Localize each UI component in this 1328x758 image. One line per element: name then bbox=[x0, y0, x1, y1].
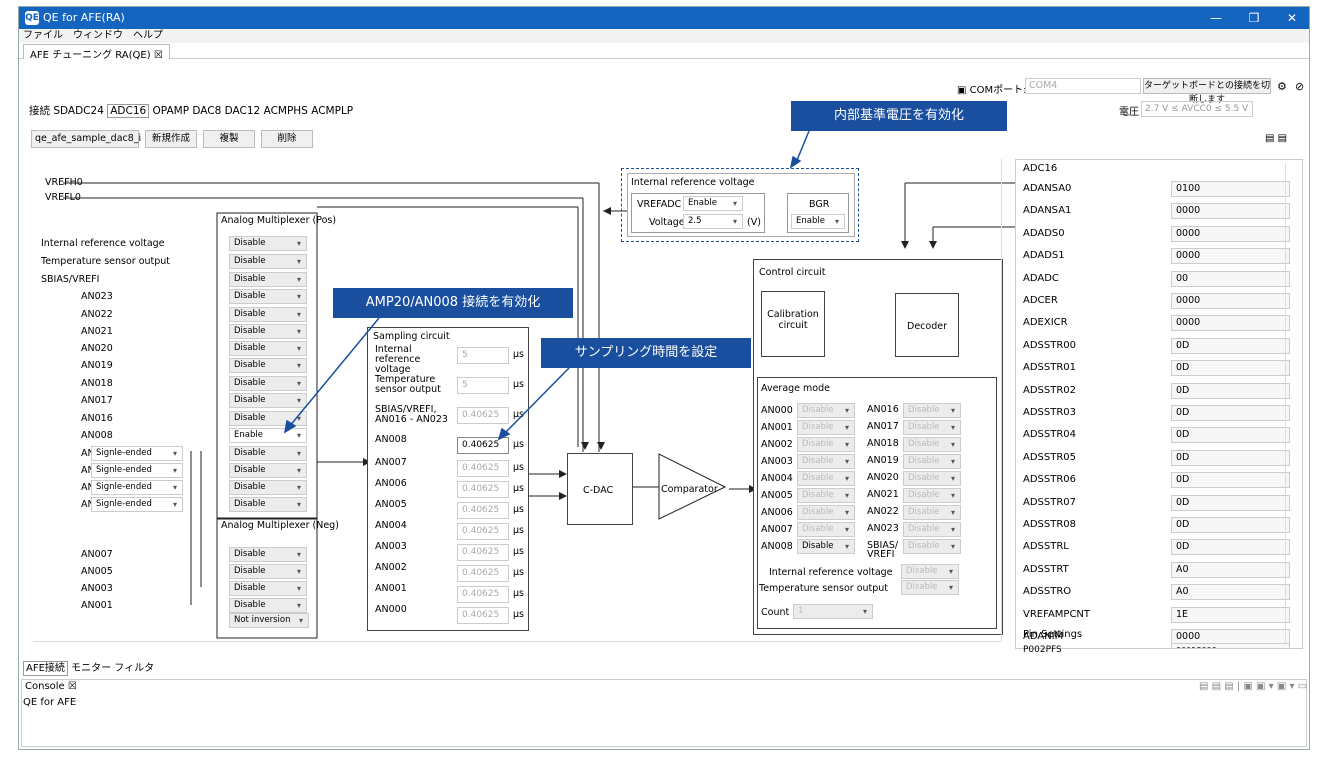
register-value[interactable]: A0 bbox=[1171, 561, 1290, 578]
minimize-icon[interactable]: — bbox=[1201, 9, 1231, 27]
callout-arrows bbox=[283, 130, 810, 441]
register-value[interactable]: 0D bbox=[1171, 539, 1290, 556]
register-value[interactable]: 0000 bbox=[1171, 293, 1290, 309]
register-value[interactable]: 0100 bbox=[1171, 181, 1290, 197]
console-toolbar-icon[interactable]: ▤ ▤ ▤ | ▣ ▣ ▾ ▣ ▾ ▭ bbox=[1199, 681, 1307, 692]
close-icon[interactable]: ✕ bbox=[1277, 9, 1307, 27]
com-port-select[interactable]: COM4 bbox=[1025, 78, 1141, 94]
register-value[interactable]: 0D bbox=[1171, 405, 1290, 421]
pin-name: P002PFS bbox=[1023, 645, 1062, 655]
bottom-tabs: AFE接続 モニター フィルタ bbox=[23, 659, 154, 676]
register-name: ADSSTR07 bbox=[1023, 496, 1077, 508]
register-name: ADSSTR03 bbox=[1023, 407, 1077, 418]
register-value[interactable]: 0D bbox=[1171, 382, 1290, 399]
register-value[interactable]: 0D bbox=[1171, 449, 1290, 466]
register-name: ADADC bbox=[1023, 272, 1059, 284]
register-name: ADSSTR08 bbox=[1023, 519, 1077, 530]
disconnect-button[interactable]: ターゲットボードとの接続を切断します bbox=[1143, 78, 1271, 105]
register-name: ADSSTR02 bbox=[1023, 384, 1077, 396]
register-name: VREFAMPCNT bbox=[1023, 608, 1091, 620]
register-value[interactable]: 0D bbox=[1171, 517, 1290, 533]
register-name: ADSSTRO bbox=[1023, 586, 1072, 598]
register-name: ADADS1 bbox=[1023, 250, 1065, 262]
voltage-select[interactable]: 2.7 V ≤ AVCC0 ≤ 5.5 V bbox=[1141, 101, 1253, 117]
register-title: ADC16 bbox=[1023, 163, 1058, 174]
register-value[interactable]: 0D bbox=[1171, 337, 1290, 354]
register-value[interactable]: 0D bbox=[1171, 494, 1290, 511]
console-text: QE for AFE bbox=[23, 697, 77, 708]
register-value[interactable]: A0 bbox=[1171, 584, 1290, 601]
register-name: ADSSTR05 bbox=[1023, 451, 1077, 463]
settings-icon[interactable]: ⚙ bbox=[1277, 80, 1287, 93]
register-name: ADEXICR bbox=[1023, 317, 1068, 329]
import-icon[interactable]: ▤ ▤ bbox=[1265, 133, 1287, 144]
restore-icon[interactable]: ❐ bbox=[1239, 9, 1269, 27]
register-name: ADANSA1 bbox=[1023, 205, 1072, 217]
pin-value[interactable]: 00018000 bbox=[1171, 643, 1290, 649]
register-value[interactable]: 0D bbox=[1171, 472, 1290, 489]
console-title[interactable]: Console ☒ bbox=[25, 681, 77, 692]
app-window: QE QE for AFE(RA) — ❐ ✕ ファイル ウィンドウ ヘルプ AFE… bbox=[18, 6, 1310, 750]
register-name: ADADS0 bbox=[1023, 227, 1065, 239]
register-name: ADCER bbox=[1023, 295, 1058, 306]
register-value[interactable]: 00 bbox=[1171, 270, 1290, 287]
tab-monitor[interactable]: モニター bbox=[71, 663, 111, 674]
register-vscroll[interactable] bbox=[1285, 163, 1297, 643]
console-panel bbox=[21, 679, 1307, 747]
help-icon[interactable]: ⊘ bbox=[1295, 80, 1304, 93]
register-name: ADSSTRL bbox=[1023, 541, 1069, 553]
register-name: ADSSTRT bbox=[1023, 563, 1069, 575]
register-value[interactable]: 0D bbox=[1171, 360, 1290, 377]
register-name: ADSSTR01 bbox=[1023, 362, 1077, 374]
register-value[interactable]: 0000 bbox=[1171, 203, 1290, 220]
register-name: ADSSTR04 bbox=[1023, 429, 1077, 441]
tab-filter[interactable]: フィルタ bbox=[114, 663, 154, 674]
pin-settings-title: Pin Settings bbox=[1023, 629, 1083, 640]
tab-afe-connect[interactable]: AFE接続 bbox=[23, 661, 68, 676]
register-value[interactable]: 0D bbox=[1171, 427, 1290, 444]
register-value[interactable]: 0000 bbox=[1171, 248, 1290, 265]
voltage-label: 電圧 bbox=[1119, 107, 1139, 118]
register-value[interactable]: 0000 bbox=[1171, 315, 1290, 332]
register-name: ADANSA0 bbox=[1023, 183, 1072, 194]
register-name: ADSSTR06 bbox=[1023, 474, 1077, 486]
register-value[interactable]: 1E bbox=[1171, 606, 1290, 623]
register-value[interactable]: 0000 bbox=[1171, 225, 1290, 242]
register-name: ADSSTR00 bbox=[1023, 339, 1077, 351]
